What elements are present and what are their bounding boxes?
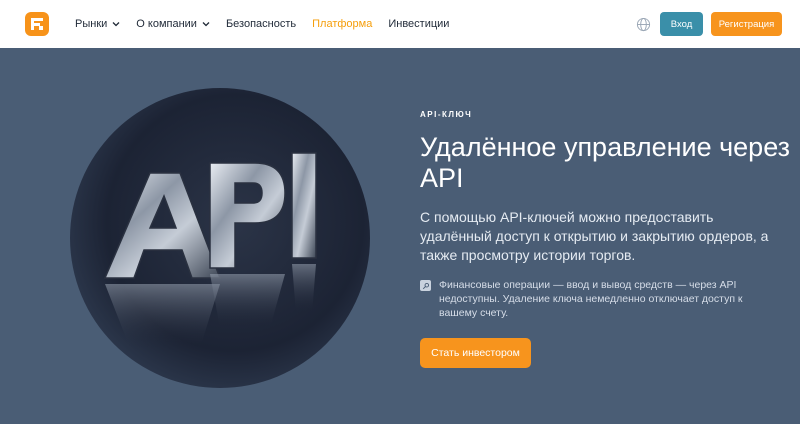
- site-header: Рынки О компании Безопасность Платформа …: [0, 0, 800, 48]
- main-nav: Рынки О компании Безопасность Платформа …: [75, 0, 465, 48]
- hero-note-text: Финансовые операции — ввод и вывод средс…: [439, 279, 743, 319]
- nav-item-about[interactable]: О компании: [136, 18, 210, 30]
- nav-item-platform[interactable]: Платформа: [312, 18, 372, 30]
- nav-item-security[interactable]: Безопасность: [226, 18, 296, 30]
- become-investor-button[interactable]: Стать инвестором: [420, 338, 531, 368]
- nav-item-label: О компании: [136, 18, 197, 30]
- nav-item-markets[interactable]: Рынки: [75, 18, 120, 30]
- api-hero-image: [70, 88, 370, 388]
- key-icon: [420, 280, 431, 291]
- login-button[interactable]: Вход: [660, 12, 703, 36]
- globe-icon[interactable]: [636, 17, 651, 32]
- brand-logo-icon[interactable]: [25, 12, 49, 36]
- nav-item-label: Рынки: [75, 18, 108, 30]
- chevron-down-icon: [112, 22, 120, 27]
- nav-item-label: Инвестиции: [388, 18, 450, 30]
- logo-mark: [31, 18, 43, 30]
- hero-note: Финансовые операции — ввод и вывод средс…: [420, 278, 770, 320]
- chevron-down-icon: [202, 22, 210, 27]
- hero-title: Удалённое управление через API: [420, 132, 790, 193]
- register-button[interactable]: Регистрация: [711, 12, 782, 36]
- hero-eyebrow: API-КЛЮЧ: [420, 110, 473, 119]
- api-letters-illustration: [103, 152, 317, 348]
- nav-item-label: Платформа: [312, 18, 373, 30]
- nav-item-investments[interactable]: Инвестиции: [388, 18, 449, 30]
- hero-subtitle: С помощью API-ключей можно предоставить …: [420, 209, 769, 263]
- nav-item-label: Безопасность: [225, 18, 297, 30]
